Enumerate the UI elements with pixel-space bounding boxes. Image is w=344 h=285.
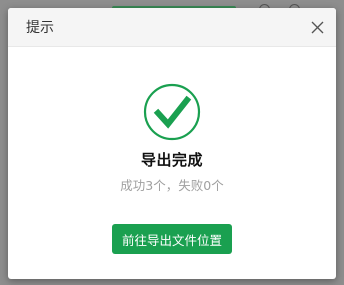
dialog-body: 导出完成 成功3个，失败0个 前往导出文件位置 [8,47,336,254]
result-title: 导出完成 [140,151,203,169]
result-summary: 成功3个，失败0个 [120,178,224,193]
close-icon [311,21,323,33]
dialog-header: 提示 [8,8,336,47]
open-export-location-button[interactable]: 前往导出文件位置 [111,224,232,254]
check-circle-icon [143,83,201,141]
close-button[interactable] [309,19,325,35]
export-result-dialog: 提示 导出完成 成功3个，失败0个 前往导出文件位置 [8,8,336,279]
dialog-title: 提示 [26,20,54,36]
